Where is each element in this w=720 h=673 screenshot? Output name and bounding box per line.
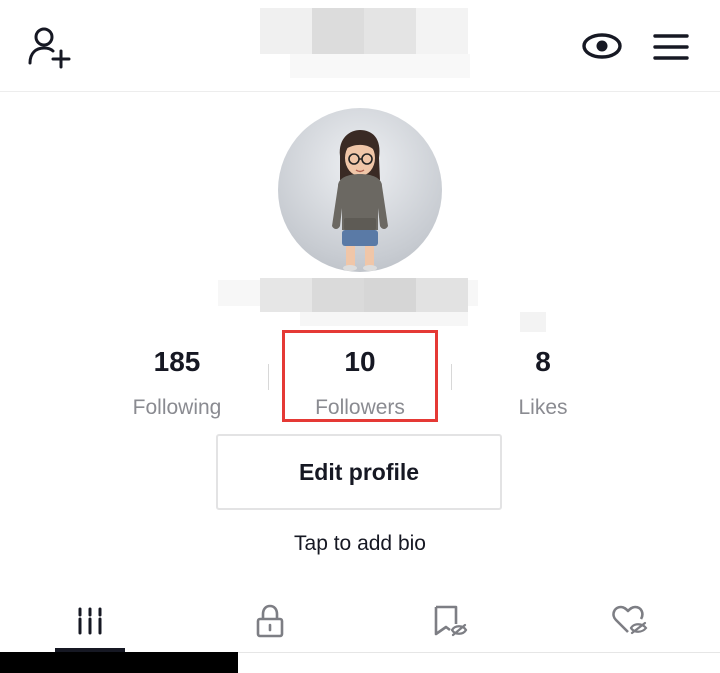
likes-count: 8 <box>535 346 551 377</box>
tab-liked[interactable] <box>540 590 720 652</box>
followers-highlight-box <box>282 330 438 422</box>
edit-profile-button[interactable]: Edit profile <box>216 434 502 510</box>
username-redacted <box>260 8 468 54</box>
top-bar <box>0 0 720 92</box>
display-name-redacted <box>260 278 468 312</box>
tab-saved[interactable] <box>360 590 540 652</box>
display-name-blur-shadow <box>300 312 468 326</box>
following-label: Following <box>132 396 222 419</box>
stat-likes[interactable]: 8 Likes <box>443 330 643 420</box>
eye-icon[interactable] <box>576 26 628 66</box>
stat-following[interactable]: 185 Following <box>77 330 277 420</box>
following-count: 185 <box>153 346 201 377</box>
likes-label: Likes <box>518 396 568 419</box>
heart-hidden-icon <box>612 605 648 635</box>
videos-grid-icon <box>78 607 102 635</box>
badge-redacted <box>520 312 546 332</box>
add-user-icon[interactable] <box>24 24 74 70</box>
username-blur-shadow <box>290 54 470 78</box>
menu-icon[interactable] <box>648 24 694 70</box>
tab-private[interactable] <box>180 590 360 652</box>
bookmark-hidden-icon <box>434 605 468 637</box>
lock-icon <box>256 604 284 638</box>
stat-divider <box>268 364 269 390</box>
tab-videos[interactable] <box>0 590 180 652</box>
redaction-bar <box>0 652 238 673</box>
profile-tabs <box>0 590 720 653</box>
stat-divider <box>451 364 452 390</box>
avatar-memoji <box>332 130 388 271</box>
avatar[interactable] <box>278 108 442 272</box>
add-bio-link[interactable]: Tap to add bio <box>0 532 720 556</box>
